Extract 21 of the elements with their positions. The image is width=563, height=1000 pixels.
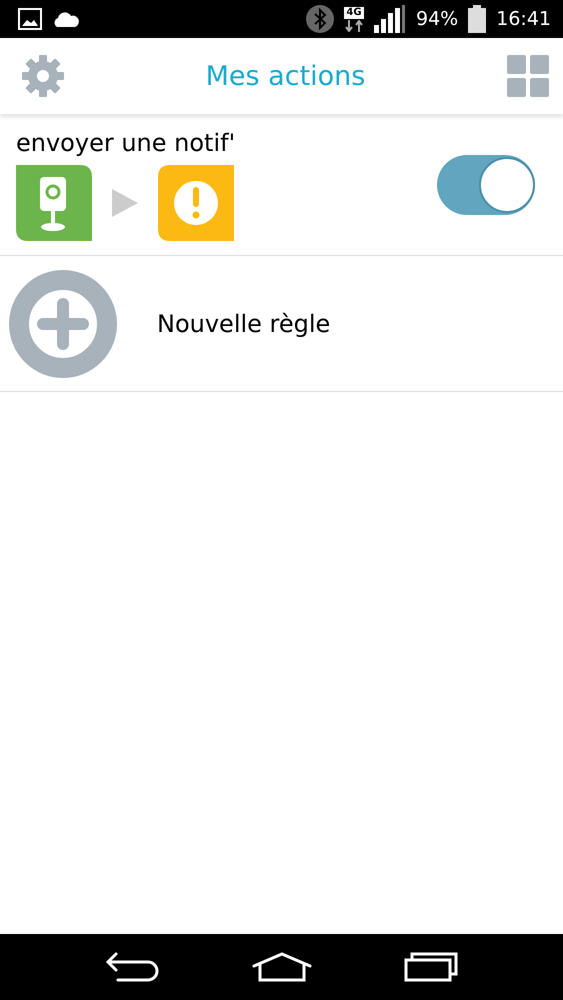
cloud-icon — [52, 10, 80, 28]
camera-icon — [16, 164, 92, 240]
grid-icon[interactable] — [506, 55, 549, 97]
settings-icon[interactable] — [22, 55, 64, 97]
recent-apps-icon[interactable] — [404, 952, 458, 982]
back-icon[interactable] — [106, 952, 160, 982]
signal-icon — [374, 5, 406, 33]
data-arrows-icon — [344, 20, 364, 32]
alert-icon — [158, 164, 234, 240]
battery-icon — [468, 5, 486, 33]
bluetooth-icon — [306, 5, 334, 33]
gallery-icon — [18, 8, 42, 30]
add-icon[interactable] — [9, 270, 117, 378]
arrow-icon — [112, 188, 138, 216]
network-badge: 4G — [344, 6, 364, 18]
clock-time: 16:41 — [496, 8, 551, 30]
home-icon[interactable] — [252, 952, 312, 982]
battery-percent: 94% — [416, 8, 458, 30]
new-rule-label[interactable]: Nouvelle règle — [157, 310, 330, 338]
rule-name: envoyer une notif' — [16, 128, 236, 156]
page-title: Mes actions — [206, 60, 366, 92]
